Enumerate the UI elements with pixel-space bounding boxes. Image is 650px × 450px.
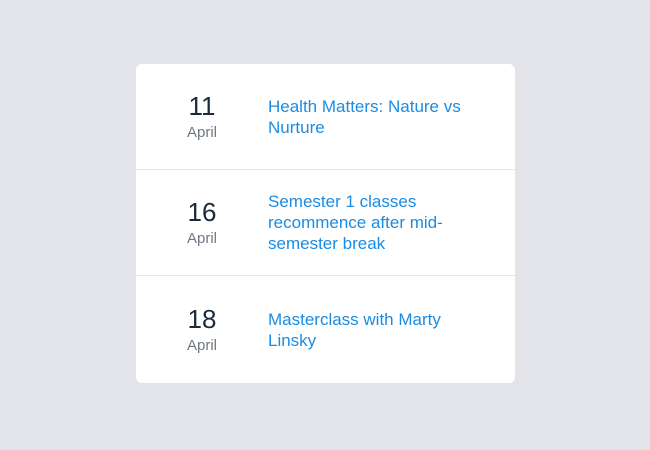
event-date: 16 April bbox=[136, 197, 268, 249]
event-month: April bbox=[186, 229, 217, 247]
event-item: 11 April Health Matters: Nature vs Nurtu… bbox=[136, 64, 515, 170]
event-title-link[interactable]: Masterclass with Marty Linsky bbox=[268, 309, 515, 351]
event-month: April bbox=[186, 123, 217, 141]
event-title-link[interactable]: Health Matters: Nature vs Nurture bbox=[268, 96, 515, 138]
event-month: April bbox=[186, 336, 217, 354]
event-date: 11 April bbox=[136, 91, 268, 143]
events-card: 11 April Health Matters: Nature vs Nurtu… bbox=[136, 64, 515, 383]
event-title-link[interactable]: Semester 1 classes recommence after mid-… bbox=[268, 191, 515, 254]
event-item: 18 April Masterclass with Marty Linsky bbox=[136, 276, 515, 383]
event-day: 11 bbox=[188, 90, 216, 121]
event-item: 16 April Semester 1 classes recommence a… bbox=[136, 170, 515, 276]
event-day: 18 bbox=[187, 303, 217, 334]
event-date: 18 April bbox=[136, 304, 268, 356]
event-day: 16 bbox=[187, 196, 217, 227]
